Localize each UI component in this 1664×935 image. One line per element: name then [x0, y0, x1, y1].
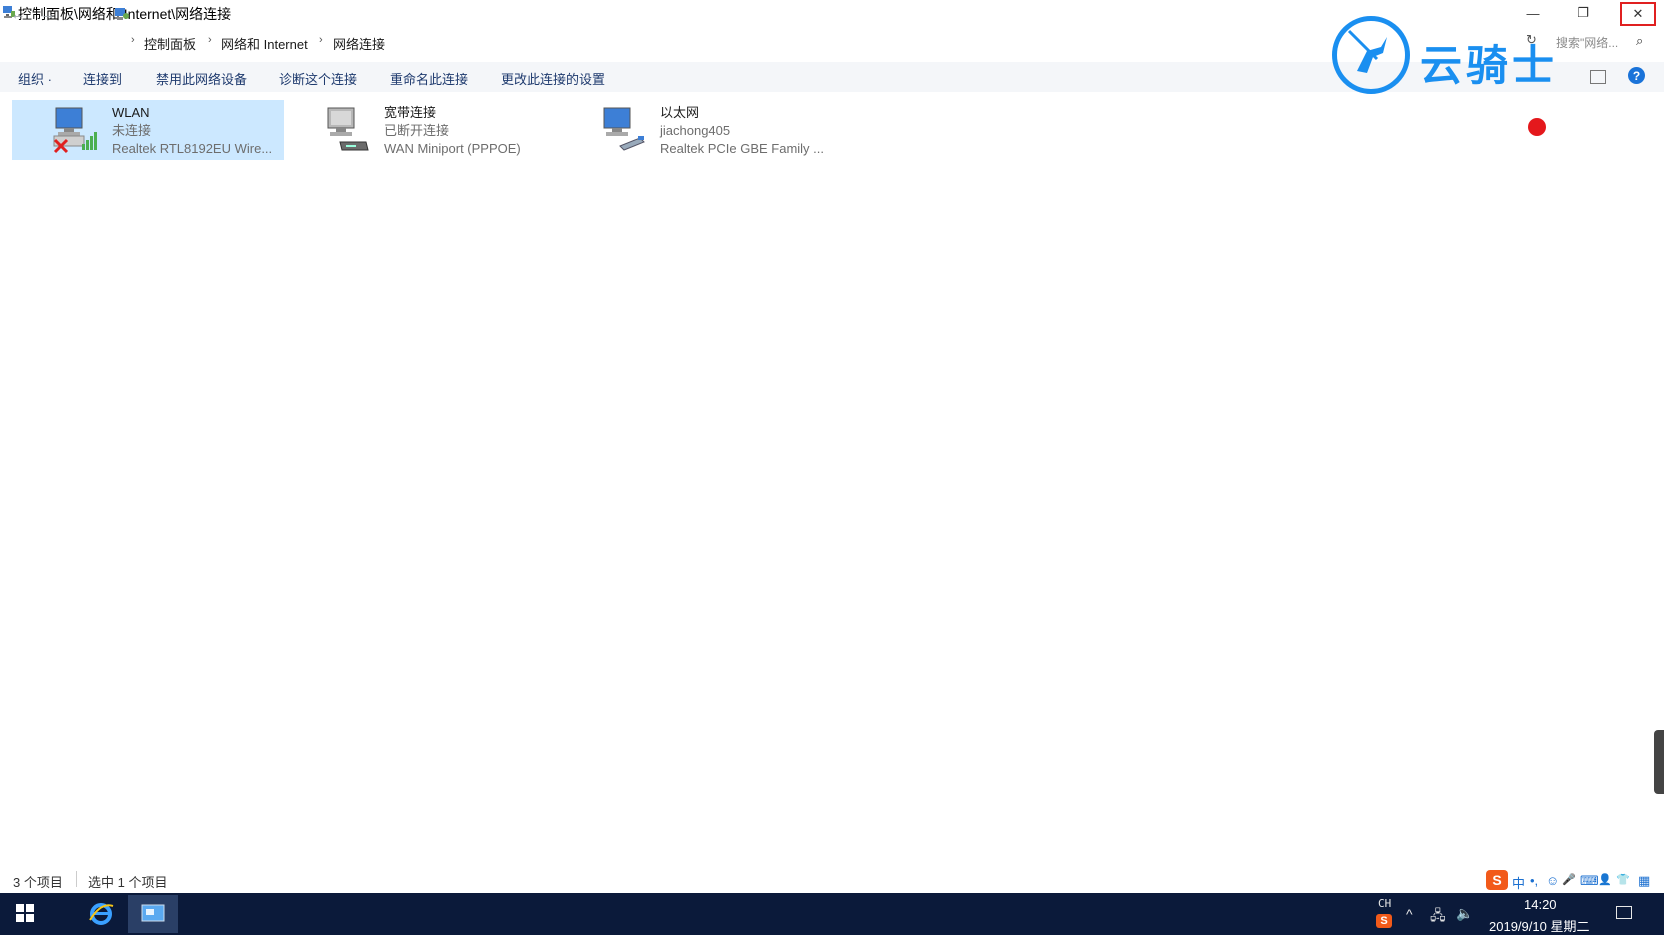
minimize-button[interactable]: —	[1510, 0, 1556, 26]
ethernet-adapter-icon	[603, 107, 645, 151]
rename-connection-button[interactable]: 重命名此连接	[390, 69, 468, 88]
start-button[interactable]	[10, 898, 40, 928]
breadcrumb-network-internet[interactable]: 网络和 Internet	[221, 34, 308, 53]
back-button[interactable]: ←	[6, 3, 30, 25]
taskbar	[0, 893, 1664, 935]
change-view-icon[interactable]	[1590, 70, 1606, 84]
volume-icon[interactable]: 🔈	[1456, 905, 1473, 922]
watermark-text: 云骑士	[1420, 42, 1559, 89]
item-count: 3 个项目	[13, 875, 63, 890]
breadcrumb-separator: ›	[208, 34, 212, 46]
ime-menu-icon[interactable]: ▦	[1638, 873, 1650, 889]
connection-name: 以太网	[660, 105, 700, 120]
diagnose-connection-button[interactable]: 诊断这个连接	[279, 69, 357, 88]
maximize-button[interactable]: ❐	[1560, 0, 1606, 26]
sogou-ime-icon[interactable]: S	[1486, 870, 1508, 890]
cursor-highlight-icon	[1528, 118, 1546, 136]
breadcrumb-network-connections[interactable]: 网络连接	[333, 34, 385, 53]
connection-item-ethernet[interactable]: 以太网 jiachong405 Realtek PCIe GBE Family …	[560, 100, 850, 160]
connection-device: WAN Miniport (PPPOE)	[384, 141, 521, 156]
keyboard-icon[interactable]: ⌨	[1580, 873, 1599, 889]
search-placeholder: 搜索"网络...	[1556, 36, 1619, 50]
change-settings-button[interactable]: 更改此连接的设置	[501, 69, 605, 88]
recent-locations-dropdown[interactable]: ⌄	[62, 3, 78, 25]
selected-count: 选中 1 个项目	[88, 875, 168, 890]
status-bar	[0, 868, 1664, 892]
wireless-adapter-icon	[53, 107, 97, 154]
punctuation-icon[interactable]: •,	[1530, 873, 1538, 888]
show-hidden-icons[interactable]: ^	[1406, 906, 1413, 922]
status-divider	[76, 871, 77, 887]
breadcrumb-separator: ›	[131, 34, 135, 46]
disable-device-button[interactable]: 禁用此网络设备	[156, 69, 247, 88]
breadcrumb-separator: ›	[319, 34, 323, 46]
connection-name: WLAN	[112, 105, 150, 120]
tray-sogou-icon[interactable]: S	[1376, 914, 1392, 928]
breadcrumb-control-panel[interactable]: 控制面板	[144, 34, 196, 53]
connection-status: 未连接	[112, 123, 152, 138]
up-button[interactable]: ↑	[84, 3, 108, 25]
connection-device: Realtek RTL8192EU Wire...	[112, 141, 273, 156]
forward-button[interactable]: →	[36, 3, 60, 25]
user-icon[interactable]: 👤	[1598, 873, 1612, 886]
ime-mode-toggle[interactable]: 中	[1512, 873, 1525, 892]
taskbar-control-panel[interactable]	[128, 895, 178, 933]
close-button[interactable]: ✕	[1620, 2, 1656, 26]
connection-text-ethernet: 以太网 jiachong405 Realtek PCIe GBE Family …	[660, 104, 824, 158]
organize-menu[interactable]: 组织 ·	[18, 69, 52, 88]
connection-text-wlan: WLAN 未连接 Realtek RTL8192EU Wire...	[112, 104, 272, 158]
broadband-modem-icon	[327, 107, 369, 151]
connection-status: jiachong405	[660, 123, 731, 138]
control-panel-icon	[115, 8, 129, 20]
connection-name: 宽带连接	[384, 105, 437, 120]
connect-to-button[interactable]: 连接到	[83, 69, 122, 88]
clock-time[interactable]: 14:20	[1524, 897, 1557, 912]
internet-explorer-icon	[89, 903, 114, 925]
watermark-logo-icon	[1332, 16, 1410, 94]
connection-device: Realtek PCIe GBE Family ...	[660, 141, 824, 156]
connection-text-broadband: 宽带连接 已断开连接 WAN Miniport (PPPOE)	[384, 104, 521, 158]
connection-item-wlan[interactable]: WLAN 未连接 Realtek RTL8192EU Wire...	[12, 100, 284, 160]
microphone-icon[interactable]: 🎤	[1562, 873, 1576, 886]
emoji-icon[interactable]: ☺	[1546, 873, 1559, 888]
search-icon[interactable]: ⌕	[1636, 33, 1643, 49]
windows-logo-icon	[16, 904, 34, 922]
command-bar	[0, 62, 1664, 92]
network-tray-icon[interactable]: 🖧	[1430, 905, 1446, 929]
taskbar-internet-explorer[interactable]	[76, 895, 126, 933]
clock-date[interactable]: 2019/9/10 星期二	[1489, 916, 1589, 935]
connection-item-broadband[interactable]: 宽带连接 已断开连接 WAN Miniport (PPPOE)	[284, 100, 556, 160]
side-panel-handle[interactable]	[1654, 730, 1664, 794]
skin-icon[interactable]: 👕	[1616, 873, 1630, 886]
help-icon[interactable]: ?	[1628, 67, 1645, 84]
control-panel-window-icon	[141, 904, 165, 922]
connection-status: 已断开连接	[384, 123, 450, 138]
title-bar	[0, 0, 1664, 26]
action-center-icon[interactable]	[1616, 906, 1632, 919]
input-language-indicator[interactable]: CH	[1378, 897, 1391, 910]
